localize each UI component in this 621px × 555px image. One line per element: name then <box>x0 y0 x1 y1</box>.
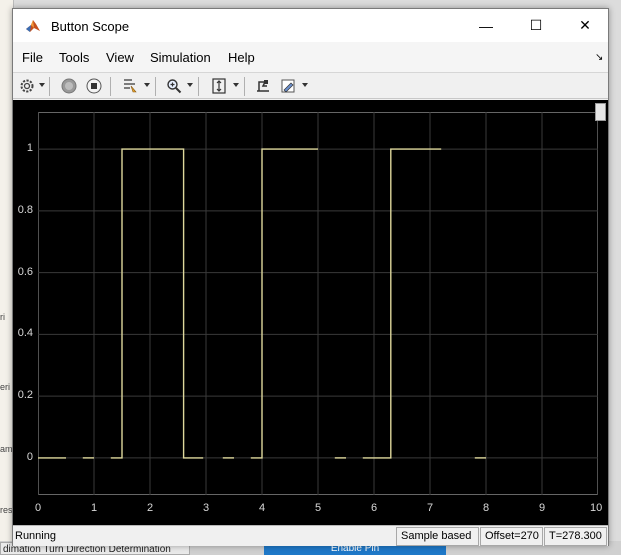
y-tick-label: 1 <box>26 142 33 155</box>
scope-display: 0 1 2 3 4 5 6 7 8 9 10 0 0.2 0.4 0.6 0.8 1 <box>13 100 608 525</box>
sample-mode-indicator: Sample based <box>396 527 479 546</box>
window-title: Button Scope <box>51 19 130 34</box>
x-tick-label: 1 <box>91 502 98 514</box>
undock-icon[interactable]: ↘ <box>595 52 603 63</box>
highlight-icon[interactable] <box>119 76 141 96</box>
signal-plot[interactable] <box>38 112 598 495</box>
x-tick-label: 2 <box>147 502 154 514</box>
zoom-icon[interactable] <box>164 76 184 96</box>
toolbar-separator <box>155 77 156 96</box>
matlab-icon <box>25 18 41 34</box>
x-tick-label: 3 <box>203 502 210 514</box>
x-tick-label: 9 <box>539 502 546 514</box>
toolbar-separator <box>49 77 50 96</box>
maximize-icon: ☐ <box>529 17 543 33</box>
title-bar[interactable]: Button Scope — ☐ ✕ <box>13 9 608 42</box>
toolbar-separator <box>110 77 111 96</box>
chevron-down-icon[interactable] <box>39 83 45 87</box>
desktop: ri eri am res dimation Turn Direction De… <box>0 0 621 555</box>
toolbar <box>13 72 608 99</box>
style-icon[interactable] <box>278 76 298 96</box>
x-tick-label: 7 <box>427 502 434 514</box>
simulation-status: Running <box>15 530 56 542</box>
x-tick-label: 8 <box>483 502 490 514</box>
toolbar-separator <box>198 77 199 96</box>
x-tick-label: 10 <box>590 502 603 514</box>
stop-icon[interactable] <box>84 76 104 96</box>
chevron-down-icon[interactable] <box>144 83 150 87</box>
x-tick-label: 6 <box>371 502 378 514</box>
gear-icon[interactable] <box>17 76 37 96</box>
close-button[interactable]: ✕ <box>562 9 608 42</box>
fit-axes-icon[interactable] <box>209 76 229 96</box>
y-tick-label: 0.6 <box>17 265 33 278</box>
chevron-down-icon[interactable] <box>302 83 308 87</box>
toolbar-separator <box>244 77 245 96</box>
y-tick-label: 0.4 <box>17 327 33 340</box>
menu-view[interactable]: View <box>106 50 134 65</box>
y-tick-label: 0.2 <box>17 389 33 402</box>
menu-help[interactable]: Help <box>228 50 255 65</box>
y-tick-label: 0 <box>26 450 33 463</box>
status-bar: Running Sample based Offset=270 T=278.30… <box>13 525 608 546</box>
menu-tools[interactable]: Tools <box>59 50 89 65</box>
x-tick-label: 4 <box>259 502 266 514</box>
chevron-down-icon[interactable] <box>233 83 239 87</box>
maximize-button[interactable]: ☐ <box>513 9 559 42</box>
scope-window: Button Scope — ☐ ✕ File Tools View Simul… <box>12 8 609 546</box>
run-icon[interactable] <box>59 76 79 96</box>
minimize-icon: — <box>479 17 493 34</box>
minimize-button[interactable]: — <box>463 9 509 42</box>
chevron-down-icon[interactable] <box>187 83 193 87</box>
time-indicator: T=278.300 <box>544 527 607 546</box>
scrollbar-thumb[interactable] <box>595 103 606 121</box>
x-tick-label: 0 <box>35 502 42 514</box>
menu-bar: File Tools View Simulation Help ↘ <box>13 42 608 72</box>
x-tick-label: 5 <box>315 502 322 514</box>
close-icon: ✕ <box>579 17 591 33</box>
menu-simulation[interactable]: Simulation <box>150 50 211 65</box>
menu-file[interactable]: File <box>22 50 43 65</box>
cursor-icon[interactable] <box>253 76 273 96</box>
y-tick-label: 0.8 <box>17 203 33 216</box>
offset-indicator: Offset=270 <box>480 527 543 546</box>
